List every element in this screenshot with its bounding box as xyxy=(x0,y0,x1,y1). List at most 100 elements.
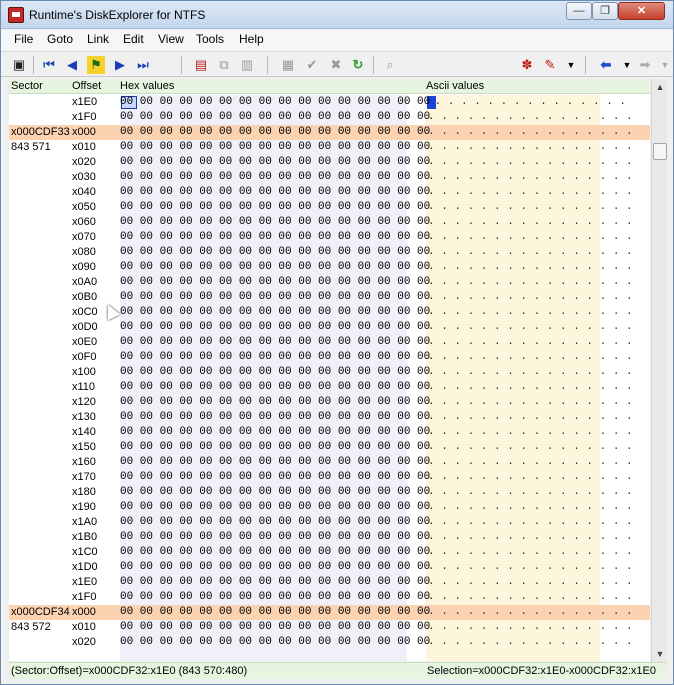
table-row[interactable]: x1C0 00 00 00 00 00 00 00 00 00 00 00 00 … xyxy=(9,545,650,560)
minimize-button[interactable]: — xyxy=(566,2,592,20)
toolbar-separator xyxy=(373,56,374,74)
menu-tools[interactable]: Tools xyxy=(196,32,224,46)
hex-cell: 00 00 00 00 00 00 00 00 00 00 00 00 00 0… xyxy=(120,576,431,588)
table-row[interactable]: x090 00 00 00 00 00 00 00 00 00 00 00 00 … xyxy=(9,260,650,275)
offset-cell: x120 xyxy=(72,396,96,408)
table-row[interactable]: x0D0 00 00 00 00 00 00 00 00 00 00 00 00 … xyxy=(9,320,650,335)
table-row[interactable]: x050 00 00 00 00 00 00 00 00 00 00 00 00 … xyxy=(9,200,650,215)
close-button[interactable]: ✕ xyxy=(618,2,665,20)
scroll-down-arrow-icon[interactable]: ▼ xyxy=(652,646,668,662)
title-bar[interactable]: Runtime's DiskExplorer for NTFS — ❐ ✕ xyxy=(1,1,673,29)
hex-cell: 00 00 00 00 00 00 00 00 00 00 00 00 00 0… xyxy=(120,546,431,558)
table-row[interactable]: x110 00 00 00 00 00 00 00 00 00 00 00 00 … xyxy=(9,380,650,395)
bookmark-icon[interactable]: ✎ xyxy=(541,56,559,74)
offset-cell: x0C0 xyxy=(72,306,98,318)
ascii-cell: . . . . . . . . . . . . . . . . xyxy=(428,411,633,423)
menu-view[interactable]: View xyxy=(158,32,184,46)
table-row[interactable]: x160 00 00 00 00 00 00 00 00 00 00 00 00 … xyxy=(9,455,650,470)
table-row[interactable]: 843 572 x010 00 00 00 00 00 00 00 00 00 00… xyxy=(9,620,650,635)
disk-icon[interactable]: ▦ xyxy=(279,56,297,74)
table-row[interactable]: x070 00 00 00 00 00 00 00 00 00 00 00 00 … xyxy=(9,230,650,245)
offset-cell: x000 xyxy=(72,126,96,138)
toolbar-separator xyxy=(181,56,182,74)
copy-icon[interactable]: ⧉ xyxy=(215,56,233,74)
back-arrow-icon[interactable]: ⬅ xyxy=(597,56,615,74)
sector-cell: 843 571 xyxy=(11,141,51,153)
hex-cell: 00 00 00 00 00 00 00 00 00 00 00 00 00 0… xyxy=(120,276,431,288)
find-icon[interactable]: ⌕ xyxy=(381,56,399,74)
table-row[interactable]: x1A0 00 00 00 00 00 00 00 00 00 00 00 00 … xyxy=(9,515,650,530)
table-row[interactable]: x0A0 00 00 00 00 00 00 00 00 00 00 00 00 … xyxy=(9,275,650,290)
table-row[interactable]: x0B0 00 00 00 00 00 00 00 00 00 00 00 00 … xyxy=(9,290,650,305)
table-row[interactable]: x140 00 00 00 00 00 00 00 00 00 00 00 00 … xyxy=(9,425,650,440)
table-row[interactable]: x1E0 00 00 00 00 00 00 00 00 00 00 00 00 … xyxy=(9,575,650,590)
menu-edit[interactable]: Edit xyxy=(123,32,144,46)
hex-cell: 00 00 00 00 00 00 00 00 00 00 00 00 00 0… xyxy=(120,111,431,123)
table-row[interactable]: x1F0 00 00 00 00 00 00 00 00 00 00 00 00 … xyxy=(9,110,650,125)
ascii-cell: . . . . . . . . . . . . . . . . xyxy=(428,186,633,198)
prev-icon[interactable]: ◀ xyxy=(63,56,81,74)
ascii-cell: . . . . . . . . . . . . . . . . xyxy=(428,216,633,228)
hex-column-header: Hex values xyxy=(120,80,175,92)
runner-icon[interactable]: ⚑ xyxy=(87,56,105,74)
table-row[interactable]: x120 00 00 00 00 00 00 00 00 00 00 00 00 … xyxy=(9,395,650,410)
first-icon[interactable]: ⏮ xyxy=(40,56,58,74)
chevron-down-icon[interactable]: ▼ xyxy=(656,56,674,74)
ascii-cell: . . . . . . . . . . . . . . . . xyxy=(428,171,633,183)
offset-cell: x020 xyxy=(72,636,96,648)
table-row[interactable]: x020 00 00 00 00 00 00 00 00 00 00 00 00 … xyxy=(9,155,650,170)
cancel-icon[interactable]: ✖ xyxy=(327,56,345,74)
menu-goto[interactable]: Goto xyxy=(47,32,73,46)
vertical-scrollbar[interactable]: ▲ ▼ xyxy=(651,79,667,662)
mark-icon[interactable]: ▤ xyxy=(192,56,210,74)
table-row[interactable]: x1B0 00 00 00 00 00 00 00 00 00 00 00 00 … xyxy=(9,530,650,545)
sector-cell: 843 572 xyxy=(11,621,51,633)
table-row[interactable]: x130 00 00 00 00 00 00 00 00 00 00 00 00 … xyxy=(9,410,650,425)
app-disk-icon[interactable] xyxy=(8,7,24,23)
forward-arrow-icon[interactable]: ➡ xyxy=(636,56,654,74)
last-icon[interactable]: ⏭ xyxy=(134,56,152,74)
check-icon[interactable]: ✔ xyxy=(303,56,321,74)
table-row[interactable]: x030 00 00 00 00 00 00 00 00 00 00 00 00 … xyxy=(9,170,650,185)
scroll-up-arrow-icon[interactable]: ▲ xyxy=(652,79,668,95)
chevron-down-icon[interactable]: ▼ xyxy=(618,56,636,74)
ascii-cell: . . . . . . . . . . . . . . . . xyxy=(428,276,633,288)
menu-link[interactable]: Link xyxy=(87,32,109,46)
table-row[interactable]: x000CDF33 x000 00 00 00 00 00 00 00 00 00 … xyxy=(9,125,650,140)
table-row[interactable]: x0F0 00 00 00 00 00 00 00 00 00 00 00 00 … xyxy=(9,350,650,365)
table-row[interactable]: x0E0 00 00 00 00 00 00 00 00 00 00 00 00 … xyxy=(9,335,650,350)
table-row[interactable]: x1F0 00 00 00 00 00 00 00 00 00 00 00 00 … xyxy=(9,590,650,605)
hex-cell: 00 00 00 00 00 00 00 00 00 00 00 00 00 0… xyxy=(120,291,431,303)
table-row[interactable]: x060 00 00 00 00 00 00 00 00 00 00 00 00 … xyxy=(9,215,650,230)
table-row[interactable]: 843 571 x010 00 00 00 00 00 00 00 00 00 00… xyxy=(9,140,650,155)
save-icon[interactable]: ▣ xyxy=(10,56,28,74)
table-row[interactable]: x190 00 00 00 00 00 00 00 00 00 00 00 00 … xyxy=(9,500,650,515)
paste-icon[interactable]: ▥ xyxy=(238,56,256,74)
scrollbar-thumb[interactable] xyxy=(653,143,667,160)
offset-cell: x1F0 xyxy=(72,111,97,123)
table-row[interactable]: x100 00 00 00 00 00 00 00 00 00 00 00 00 … xyxy=(9,365,650,380)
table-row[interactable]: x000CDF34 x000 00 00 00 00 00 00 00 00 00 … xyxy=(9,605,650,620)
offset-cell: x050 xyxy=(72,201,96,213)
maximize-button[interactable]: ❐ xyxy=(592,2,618,20)
table-row[interactable]: x180 00 00 00 00 00 00 00 00 00 00 00 00 … xyxy=(9,485,650,500)
table-row[interactable]: x170 00 00 00 00 00 00 00 00 00 00 00 00 … xyxy=(9,470,650,485)
table-row[interactable]: x040 00 00 00 00 00 00 00 00 00 00 00 00 … xyxy=(9,185,650,200)
hex-grid[interactable]: Sector Offset Hex values Ascii values x1… xyxy=(9,79,650,661)
table-row[interactable]: x020 00 00 00 00 00 00 00 00 00 00 00 00 … xyxy=(9,635,650,650)
pin-icon[interactable]: ✽ xyxy=(518,56,536,74)
table-row[interactable]: x150 00 00 00 00 00 00 00 00 00 00 00 00 … xyxy=(9,440,650,455)
chevron-down-icon[interactable]: ▼ xyxy=(562,56,580,74)
ascii-cell: . . . . . . . . . . . . . . . . xyxy=(428,606,633,618)
ascii-cell: . . . . . . . . . . . . . . . . xyxy=(428,591,633,603)
sector-cell: x000CDF33 xyxy=(11,126,70,138)
refresh-icon[interactable]: ↻ xyxy=(349,56,367,74)
next-icon[interactable]: ▶ xyxy=(111,56,129,74)
table-row[interactable]: x1D0 00 00 00 00 00 00 00 00 00 00 00 00 … xyxy=(9,560,650,575)
menu-help[interactable]: Help xyxy=(239,32,264,46)
ascii-cell: . . . . . . . . . . . . . . . . xyxy=(428,141,633,153)
table-row[interactable]: x1E0 00 00 00 00 00 00 00 00 00 00 00 00 … xyxy=(9,95,650,110)
menu-file[interactable]: File xyxy=(14,32,33,46)
offset-cell: x170 xyxy=(72,471,96,483)
table-row[interactable]: x080 00 00 00 00 00 00 00 00 00 00 00 00 … xyxy=(9,245,650,260)
